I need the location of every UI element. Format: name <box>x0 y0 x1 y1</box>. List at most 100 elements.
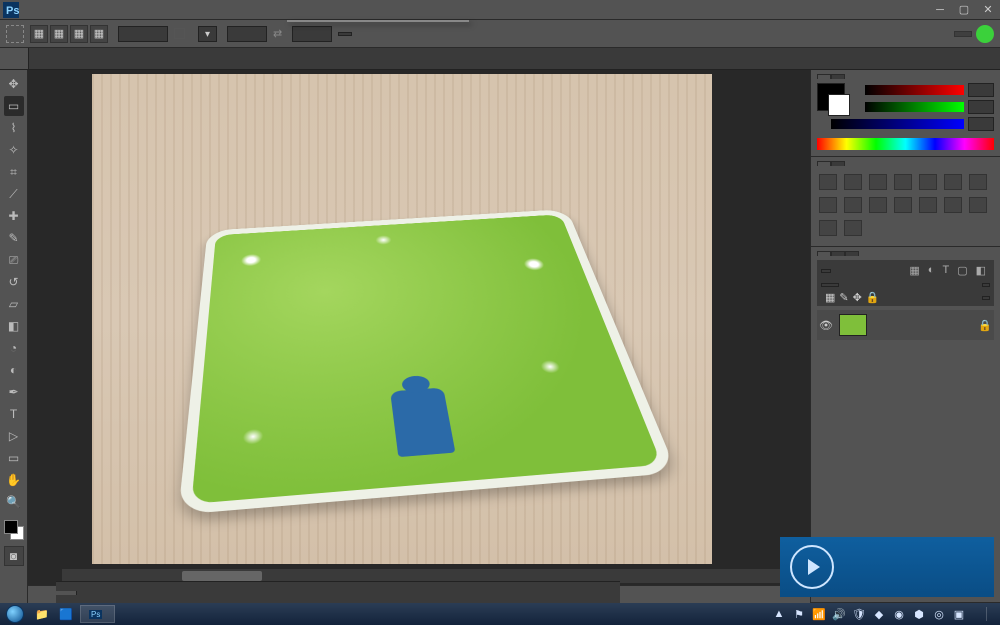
document-tab[interactable] <box>0 48 29 69</box>
adj-levels-icon[interactable] <box>844 174 862 190</box>
tab-channels[interactable] <box>831 251 845 256</box>
tab-paths[interactable] <box>845 251 859 256</box>
timeline-tab[interactable] <box>56 591 77 595</box>
g-slider[interactable] <box>865 102 964 112</box>
adj-selectivecolor-icon[interactable] <box>844 220 862 236</box>
spectrum-bar[interactable] <box>817 138 994 150</box>
brush-tool-icon[interactable]: ✎ <box>4 228 24 248</box>
sel-subtract-icon[interactable]: ▦ <box>70 25 88 43</box>
lock-transparency-icon[interactable]: ▦ <box>825 291 835 304</box>
lock-all-icon[interactable]: 🔒 <box>866 291 880 304</box>
sel-add-icon[interactable]: ▦ <box>50 25 68 43</box>
tab-color[interactable] <box>817 74 831 79</box>
pen-tool-icon[interactable]: ✒ <box>4 382 24 402</box>
filter-smart-icon[interactable]: ◧ <box>976 264 986 277</box>
feather-input[interactable] <box>118 26 168 42</box>
hand-tool-icon[interactable]: ✋ <box>4 470 24 490</box>
adj-curves-icon[interactable] <box>869 174 887 190</box>
timeline-panel[interactable] <box>56 581 620 603</box>
path-select-tool-icon[interactable]: ▷ <box>4 426 24 446</box>
adj-threshold-icon[interactable] <box>969 197 987 213</box>
adj-gradientmap-icon[interactable] <box>819 220 837 236</box>
fill-value[interactable] <box>982 296 990 300</box>
tab-swatches[interactable] <box>831 74 845 79</box>
filter-adjust-icon[interactable]: ◐ <box>928 264 935 277</box>
minimize-button[interactable]: ─ <box>928 1 952 19</box>
dodge-tool-icon[interactable]: ◐ <box>4 360 24 380</box>
tray-app3-icon[interactable]: ⬢ <box>912 607 926 621</box>
pinned-app-icon[interactable]: 🟦 <box>54 603 78 625</box>
b-value[interactable] <box>968 117 994 131</box>
layer-visibility-icon[interactable]: 👁 <box>819 318 833 332</box>
type-tool-icon[interactable]: T <box>4 404 24 424</box>
b-slider[interactable] <box>831 119 964 129</box>
adj-colorbalance-icon[interactable] <box>969 174 987 190</box>
lasso-tool-icon[interactable]: ⌇ <box>4 118 24 138</box>
shape-tool-icon[interactable]: ▭ <box>4 448 24 468</box>
adj-channelmixer-icon[interactable] <box>869 197 887 213</box>
opacity-value[interactable] <box>982 283 990 287</box>
fg-color-icon[interactable] <box>4 520 18 534</box>
document-canvas[interactable] <box>92 74 712 564</box>
lock-position-icon[interactable]: ✥ <box>853 291 862 304</box>
zoom-tool-icon[interactable]: 🔍 <box>4 492 24 512</box>
tray-flag-icon[interactable]: ⚑ <box>792 607 806 621</box>
move-tool-icon[interactable]: ✥ <box>4 74 24 94</box>
antialias-checkbox[interactable] <box>174 28 188 39</box>
filter-pixel-icon[interactable]: ▦ <box>909 264 919 277</box>
cloud-badge[interactable] <box>976 25 994 43</box>
show-desktop-button[interactable] <box>986 607 994 621</box>
tab-styles[interactable] <box>831 161 845 166</box>
color-preview-icon[interactable] <box>817 83 845 111</box>
crop-tool-icon[interactable]: ⌗ <box>4 162 24 182</box>
adj-exposure-icon[interactable] <box>894 174 912 190</box>
filter-type-icon[interactable]: T <box>942 264 949 277</box>
adj-invert-icon[interactable] <box>919 197 937 213</box>
tray-app4-icon[interactable]: ◎ <box>932 607 946 621</box>
eyedropper-tool-icon[interactable]: ⟋ <box>4 184 24 204</box>
explorer-icon[interactable]: 📁 <box>30 603 54 625</box>
blur-tool-icon[interactable]: ◔ <box>4 338 24 358</box>
color-swatch[interactable] <box>4 520 24 540</box>
r-value[interactable] <box>968 83 994 97</box>
adj-photofilter-icon[interactable] <box>844 197 862 213</box>
adj-posterize-icon[interactable] <box>944 197 962 213</box>
adj-vibrance-icon[interactable] <box>919 174 937 190</box>
maximize-button[interactable]: ▢ <box>952 1 976 19</box>
adj-lookup-icon[interactable] <box>894 197 912 213</box>
adj-brightness-icon[interactable] <box>819 174 837 190</box>
tray-shield-icon[interactable]: 🛡 <box>852 607 866 621</box>
quickmask-icon[interactable]: ◙ <box>4 546 24 566</box>
tray-vol-icon[interactable]: 🔊 <box>832 607 846 621</box>
close-button[interactable]: ✕ <box>976 1 1000 19</box>
marquee-tool-icon[interactable]: ▭ <box>4 96 24 116</box>
tray-app1-icon[interactable]: ◆ <box>872 607 886 621</box>
tray-net-icon[interactable]: 📶 <box>812 607 826 621</box>
gradient-tool-icon[interactable]: ◧ <box>4 316 24 336</box>
tray-app2-icon[interactable]: ◉ <box>892 607 906 621</box>
refine-edge-button[interactable] <box>338 32 352 36</box>
sel-intersect-icon[interactable]: ▦ <box>90 25 108 43</box>
lock-pixels-icon[interactable]: ✎ <box>839 291 848 304</box>
workspace-select[interactable] <box>954 31 972 37</box>
tab-adjustments[interactable] <box>817 161 831 166</box>
healing-tool-icon[interactable]: ✚ <box>4 206 24 226</box>
tray-up-icon[interactable]: ▲ <box>772 607 786 621</box>
layer-row[interactable]: 👁 🔒 <box>817 310 994 340</box>
layer-kind-select[interactable] <box>821 269 831 273</box>
filter-shape-icon[interactable]: ▢ <box>957 264 967 277</box>
r-slider[interactable] <box>865 85 964 95</box>
tray-app5-icon[interactable]: ▣ <box>952 607 966 621</box>
g-value[interactable] <box>968 100 994 114</box>
blend-mode-select[interactable] <box>821 283 839 287</box>
taskbar-task[interactable]: Ps <box>80 605 115 623</box>
eraser-tool-icon[interactable]: ▱ <box>4 294 24 314</box>
swap-wh-icon[interactable]: ⇄ <box>273 27 282 40</box>
history-brush-tool-icon[interactable]: ↺ <box>4 272 24 292</box>
stamp-tool-icon[interactable]: ⎚ <box>4 250 24 270</box>
sel-new-icon[interactable]: ▦ <box>30 25 48 43</box>
adj-bw-icon[interactable] <box>819 197 837 213</box>
width-input[interactable] <box>227 26 267 42</box>
start-button[interactable] <box>0 603 30 625</box>
marquee-preview-icon[interactable] <box>6 25 24 43</box>
